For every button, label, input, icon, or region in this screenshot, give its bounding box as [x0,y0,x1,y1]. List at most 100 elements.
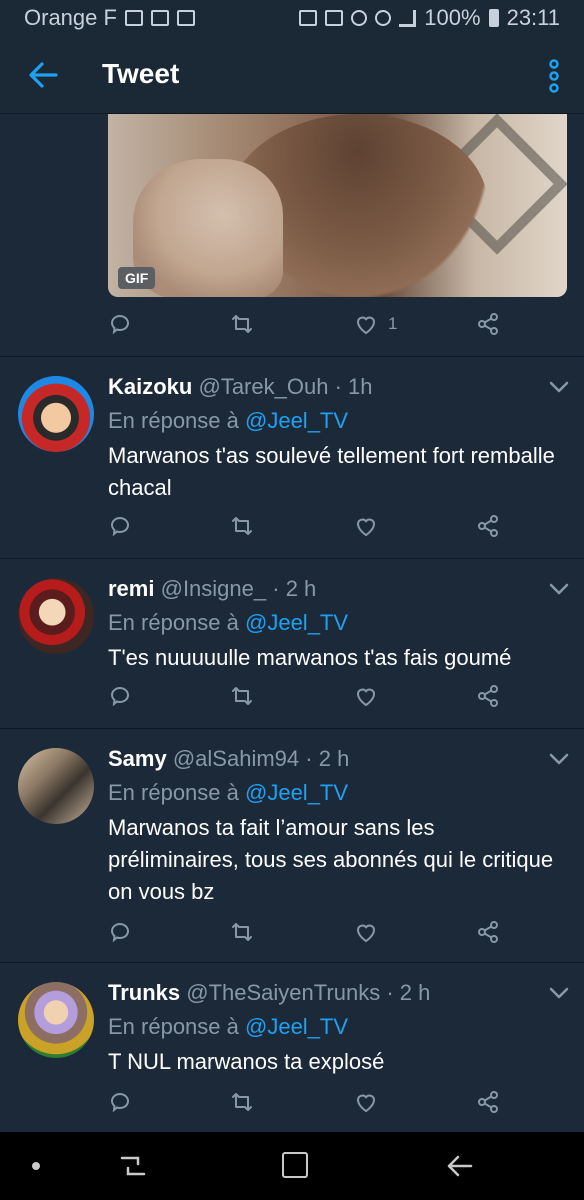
chevron-down-icon[interactable] [548,380,570,394]
back-icon[interactable] [445,1152,473,1180]
author-handle[interactable]: @Insigne_ [161,576,267,601]
avatar[interactable] [18,376,94,452]
media-tweet: GIF 1 [0,114,584,357]
reply-prefix: En réponse à [108,408,239,433]
gallery-notification-icon [124,10,143,26]
back-arrow-icon[interactable] [26,58,60,92]
clock: 23:11 [506,5,560,30]
tweet-header: Samy @alSahim94 · 2 h [108,746,349,772]
chevron-down-icon[interactable] [548,752,570,766]
share-icon [478,515,498,537]
author-handle[interactable]: @alSahim94 [173,746,299,771]
reply-to-link[interactable]: @Jeel_TV [245,408,348,433]
like-action[interactable] [354,1090,378,1114]
retweet-icon [232,315,252,333]
retweet-icon [232,687,252,705]
author-handle[interactable]: @Tarek_Ouh [198,374,328,399]
like-action[interactable] [354,920,378,944]
share-action[interactable] [476,1090,500,1114]
reply-action[interactable] [108,684,132,708]
tweet-header: Trunks @TheSaiyenTrunks · 2 h [108,980,430,1006]
share-action[interactable] [476,312,500,336]
more-options-icon[interactable] [542,58,566,94]
gif-media[interactable]: GIF [108,114,567,297]
app-bar: Tweet [0,36,584,114]
reply-context: En réponse à @Jeel_TV [108,1014,348,1040]
share-action[interactable] [476,684,500,708]
reply-to-link[interactable]: @Jeel_TV [245,780,348,805]
recent-apps-icon[interactable] [118,1152,148,1180]
signal-icon [399,9,417,27]
heart-icon [356,688,376,707]
share-action[interactable] [476,920,500,944]
tweet-text: Marwanos t'as soulevé tellement fort rem… [108,443,555,500]
gif-hand [133,159,283,297]
reply-action[interactable] [108,312,132,336]
page-title: Tweet [102,58,180,89]
reply-action[interactable] [108,514,132,538]
share-icon [478,921,498,943]
retweet-icon [232,923,252,941]
tweet-actions [108,684,508,714]
like-action[interactable]: 1 [354,312,397,336]
home-icon[interactable] [282,1152,308,1178]
reply-context: En réponse à @Jeel_TV [108,610,348,636]
nfc-icon [299,10,318,26]
carrier-label: Orange F [24,5,117,30]
reply-context: En réponse à @Jeel_TV [108,780,348,806]
chevron-down-icon[interactable] [548,986,570,1000]
share-action[interactable] [476,514,500,538]
avatar[interactable] [18,578,94,654]
reply-tweet[interactable]: remi @Insigne_ · 2 h En réponse à @Jeel_… [0,558,584,729]
reply-prefix: En réponse à [108,780,239,805]
mute-icon [325,10,344,26]
tweet-actions: 1 [108,312,508,342]
reply-prefix: En réponse à [108,610,239,635]
reply-prefix: En réponse à [108,1014,239,1039]
chevron-down-icon[interactable] [548,582,570,596]
like-action[interactable] [354,684,378,708]
tweet-actions [108,514,508,544]
retweet-action[interactable] [230,514,254,538]
reply-icon [110,923,129,943]
author-name[interactable]: Kaizoku [108,374,192,399]
retweet-action[interactable] [230,684,254,708]
author-handle[interactable]: @TheSaiyenTrunks [186,980,380,1005]
author-name[interactable]: Trunks [108,980,180,1005]
share-icon [478,313,498,335]
status-bar: Orange F 100% 23:11 [0,0,584,36]
tweet-header: remi @Insigne_ · 2 h [108,576,316,602]
gif-badge: GIF [118,267,156,289]
battery-icon [488,9,499,27]
retweet-action[interactable] [230,1090,254,1114]
like-action[interactable] [354,514,378,538]
reply-action[interactable] [108,1090,132,1114]
tweet-time: 2 h [399,980,431,1005]
separator: · [386,980,394,1005]
share-icon [478,685,498,707]
avatar[interactable] [18,982,94,1058]
alarm-icon [351,10,368,26]
tweet-time: 2 h [285,576,317,601]
tweet-actions [108,920,508,950]
retweet-action[interactable] [230,920,254,944]
retweet-action[interactable] [230,312,254,336]
reply-tweet[interactable]: Trunks @TheSaiyenTrunks · 2 h En réponse… [0,962,584,1132]
system-navigation-bar [0,1132,584,1200]
avatar[interactable] [18,748,94,824]
reply-context: En réponse à @Jeel_TV [108,408,348,434]
separator: · [305,746,313,771]
gmail-notification-icon [176,10,195,26]
reply-icon [110,315,129,335]
tweet-text: T NUL marwanos ta explosé [108,1049,385,1074]
reply-tweet[interactable]: Kaizoku @Tarek_Ouh · 1h En réponse à @Je… [0,356,584,559]
reply-action[interactable] [108,920,132,944]
share-icon [478,1091,498,1113]
reply-to-link[interactable]: @Jeel_TV [245,610,348,635]
reply-to-link[interactable]: @Jeel_TV [245,1014,348,1039]
like-count: 1 [388,314,398,333]
author-name[interactable]: remi [108,576,154,601]
author-name[interactable]: Samy [108,746,167,771]
tweet-text: Marwanos ta fait l’amour sans les prélim… [108,815,554,904]
reply-tweet[interactable]: Samy @alSahim94 · 2 h En réponse à @Jeel… [0,728,584,963]
